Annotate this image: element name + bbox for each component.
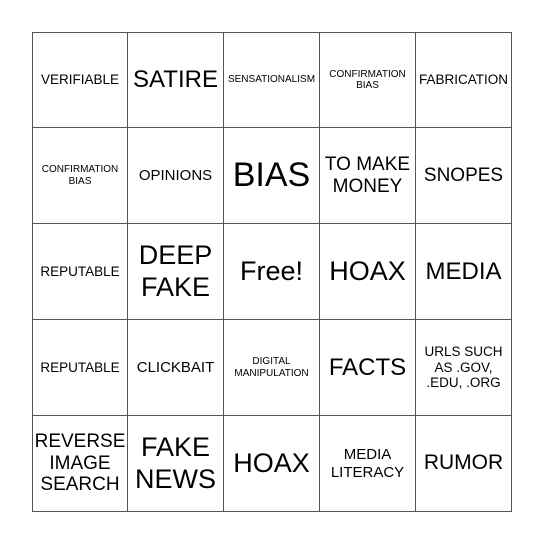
bingo-cell[interactable]: FAKE NEWS bbox=[128, 416, 224, 512]
bingo-cell-text: FAKE NEWS bbox=[135, 432, 216, 494]
bingo-cell[interactable]: MEDIA bbox=[416, 224, 512, 320]
bingo-cell[interactable]: CONFIRMATION BIAS bbox=[320, 32, 416, 128]
bingo-cell-text: VERIFIABLE bbox=[40, 72, 120, 88]
bingo-cell[interactable]: OPINIONS bbox=[128, 128, 224, 224]
bingo-cell-text: Free! bbox=[239, 255, 304, 286]
bingo-cell[interactable]: DIGITAL MANIPULATION bbox=[224, 320, 320, 416]
bingo-cell[interactable]: CONFIRMATION BIAS bbox=[32, 128, 128, 224]
bingo-cell-text: RUMOR bbox=[423, 451, 504, 475]
bingo-cell[interactable]: TO MAKE MONEY bbox=[320, 128, 416, 224]
bingo-cell-text: CLICKBAIT bbox=[136, 358, 215, 376]
bingo-cell-text: FACTS bbox=[328, 353, 407, 381]
bingo-cell[interactable]: REVERSE IMAGE SEARCH bbox=[32, 416, 128, 512]
bingo-cell-text: CONFIRMATION BIAS bbox=[41, 164, 119, 187]
bingo-cell-text: DIGITAL MANIPULATION bbox=[234, 356, 309, 379]
bingo-cell-text: SENSATIONALISM bbox=[227, 74, 316, 86]
bingo-board: VERIFIABLE SATIRE SENSATIONALISM CONFIRMATI… bbox=[32, 32, 512, 512]
bingo-cell-text: OPINIONS bbox=[138, 166, 213, 184]
bingo-cell-text: HOAX bbox=[233, 447, 310, 478]
bingo-cell[interactable]: SNOPES bbox=[416, 128, 512, 224]
bingo-cell-text: FABRICATION bbox=[418, 72, 508, 88]
bingo-cell[interactable]: CLICKBAIT bbox=[128, 320, 224, 416]
bingo-cell-text: REPUTABLE bbox=[40, 359, 120, 375]
bingo-cell[interactable]: HOAX bbox=[320, 224, 416, 320]
bingo-cell[interactable]: VERIFIABLE bbox=[32, 32, 128, 128]
bingo-cell-text: BIAS bbox=[232, 155, 311, 194]
bingo-cell-text: SATIRE bbox=[133, 66, 218, 94]
bingo-cell[interactable]: HOAX bbox=[224, 416, 320, 512]
bingo-cell[interactable]: RUMOR bbox=[416, 416, 512, 512]
bingo-cell-text: REPUTABLE bbox=[40, 263, 120, 279]
bingo-cell-text: DEEP FAKE bbox=[138, 240, 213, 302]
bingo-cell-text: CONFIRMATION BIAS bbox=[329, 68, 406, 92]
bingo-cell-text: REVERSE IMAGE SEARCH bbox=[34, 430, 126, 496]
bingo-cell[interactable]: REPUTABLE bbox=[32, 320, 128, 416]
bingo-cell[interactable]: SATIRE bbox=[128, 32, 224, 128]
bingo-cell-text: TO MAKE MONEY bbox=[324, 153, 411, 197]
bingo-cell-text: MEDIA bbox=[425, 257, 502, 285]
bingo-cell[interactable]: DEEP FAKE bbox=[128, 224, 224, 320]
bingo-cell[interactable]: SENSATIONALISM bbox=[224, 32, 320, 128]
bingo-cell-text: HOAX bbox=[329, 255, 406, 286]
bingo-cell[interactable]: BIAS bbox=[224, 128, 320, 224]
bingo-cell[interactable]: MEDIA LITERACY bbox=[320, 416, 416, 512]
bingo-cell-text: MEDIA LITERACY bbox=[330, 446, 405, 481]
bingo-cell[interactable]: Free! bbox=[224, 224, 320, 320]
bingo-cell-text: SNOPES bbox=[423, 164, 504, 186]
bingo-cell[interactable]: FACTS bbox=[320, 320, 416, 416]
bingo-cell[interactable]: FABRICATION bbox=[416, 32, 512, 128]
bingo-cell[interactable]: REPUTABLE bbox=[32, 224, 128, 320]
bingo-cell-text: URLS SUCH AS .GOV, .EDU, .ORG bbox=[424, 344, 503, 391]
bingo-cell[interactable]: URLS SUCH AS .GOV, .EDU, .ORG bbox=[416, 320, 512, 416]
